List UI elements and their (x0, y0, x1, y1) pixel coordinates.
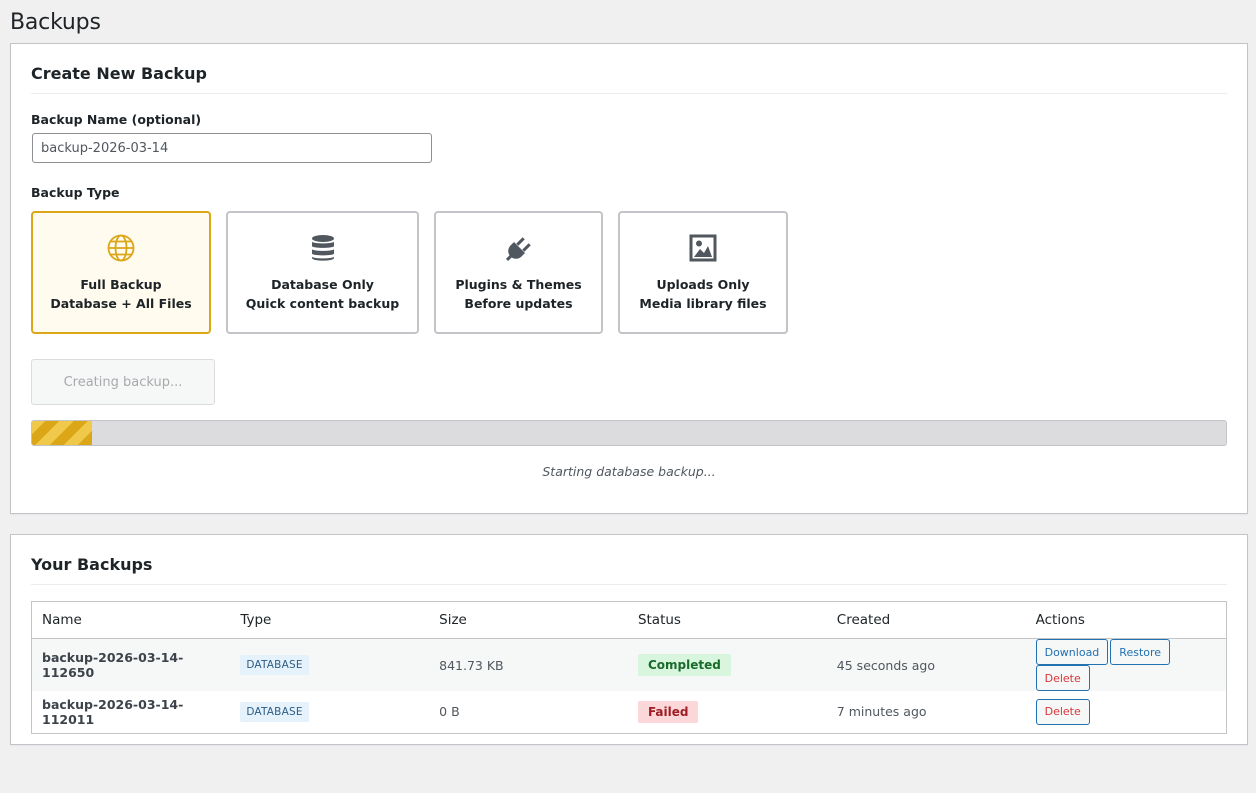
page-title: Backups (10, 10, 101, 35)
backup-status-cell: Completed (627, 638, 827, 691)
backup-type-full-subtitle: Database + All Files (50, 296, 192, 311)
backup-type-cell: DATABASE (230, 691, 429, 733)
backup-type-uploads-title: Uploads Only (656, 277, 750, 292)
backup-actions-cell: Download Restore Delete (1025, 638, 1227, 691)
backup-type-database-title: Database Only (271, 277, 374, 292)
backup-actions-cell: Delete (1026, 691, 1227, 733)
image-icon (689, 234, 717, 262)
backup-status-cell: Failed (628, 691, 827, 733)
backup-type-uploads-subtitle: Media library files (639, 296, 767, 311)
backup-name-label: Backup Name (optional) (31, 112, 202, 127)
delete-button[interactable]: Delete (1035, 665, 1090, 691)
plugin-icon (505, 237, 531, 262)
backup-name-cell: backup-2026-03-14-112650 (31, 638, 231, 691)
backup-type-plugins-title: Plugins & Themes (455, 277, 582, 292)
table-row: backup-2026-03-14-112011 DATABASE 0 B Fa… (32, 691, 1227, 733)
download-button[interactable]: Download (1035, 639, 1109, 665)
backup-name-cell: backup-2026-03-14-112011 (42, 696, 184, 727)
column-header-size: Size (429, 601, 628, 639)
database-icon (311, 235, 334, 261)
backup-type-database[interactable]: Database Only Quick content backup (226, 211, 419, 334)
backup-type-plugins-themes[interactable]: Plugins & Themes Before updates (434, 211, 603, 334)
backup-type-plugins-subtitle: Before updates (464, 296, 573, 311)
column-header-name: Name (31, 601, 231, 639)
column-header-created: Created (826, 601, 1026, 639)
backup-type-uploads[interactable]: Uploads Only Media library files (618, 211, 788, 334)
backup-progress-fill (32, 421, 92, 445)
globe-icon (107, 234, 135, 262)
backup-size-cell: 0 B (439, 704, 460, 720)
backup-name-input[interactable] (32, 133, 432, 163)
column-header-status: Status (627, 601, 827, 639)
backup-created-cell: 45 seconds ago (826, 638, 1026, 691)
backup-type-cell: DATABASE (230, 638, 430, 691)
create-backup-heading: Create New Backup (31, 64, 1227, 94)
create-backup-button[interactable]: Creating backup... (31, 359, 215, 405)
status-badge: Failed (637, 700, 699, 723)
backup-size-cell: 841.73 KB (429, 638, 628, 691)
type-badge: DATABASE (240, 655, 309, 675)
column-header-actions: Actions (1025, 601, 1227, 639)
your-backups-panel: Your Backups Name Type Size Status Creat… (10, 534, 1248, 745)
column-header-type: Type (230, 601, 430, 639)
status-badge: Completed (637, 654, 731, 676)
delete-button[interactable]: Delete (1035, 698, 1090, 725)
restore-button[interactable]: Restore (1110, 639, 1171, 665)
backup-created-cell: 7 minutes ago (836, 704, 927, 720)
your-backups-heading: Your Backups (31, 555, 1227, 585)
backups-table: Name Type Size Status Created Actions ba… (31, 601, 1227, 734)
type-badge: DATABASE (240, 701, 309, 722)
backup-progress-bar (31, 420, 1227, 446)
backup-type-database-subtitle: Quick content backup (245, 296, 400, 311)
table-header-row: Name Type Size Status Created Actions (31, 601, 1227, 639)
backup-type-full-title: Full Backup (80, 277, 162, 292)
table-row: backup-2026-03-14-112650 DATABASE 841.73… (31, 638, 1227, 691)
backup-type-label: Backup Type (31, 185, 120, 200)
backup-type-full[interactable]: Full Backup Database + All Files (31, 211, 211, 334)
backup-progress-status: Starting database backup... (542, 464, 716, 479)
create-backup-panel: Create New Backup Backup Name (optional)… (10, 43, 1248, 514)
